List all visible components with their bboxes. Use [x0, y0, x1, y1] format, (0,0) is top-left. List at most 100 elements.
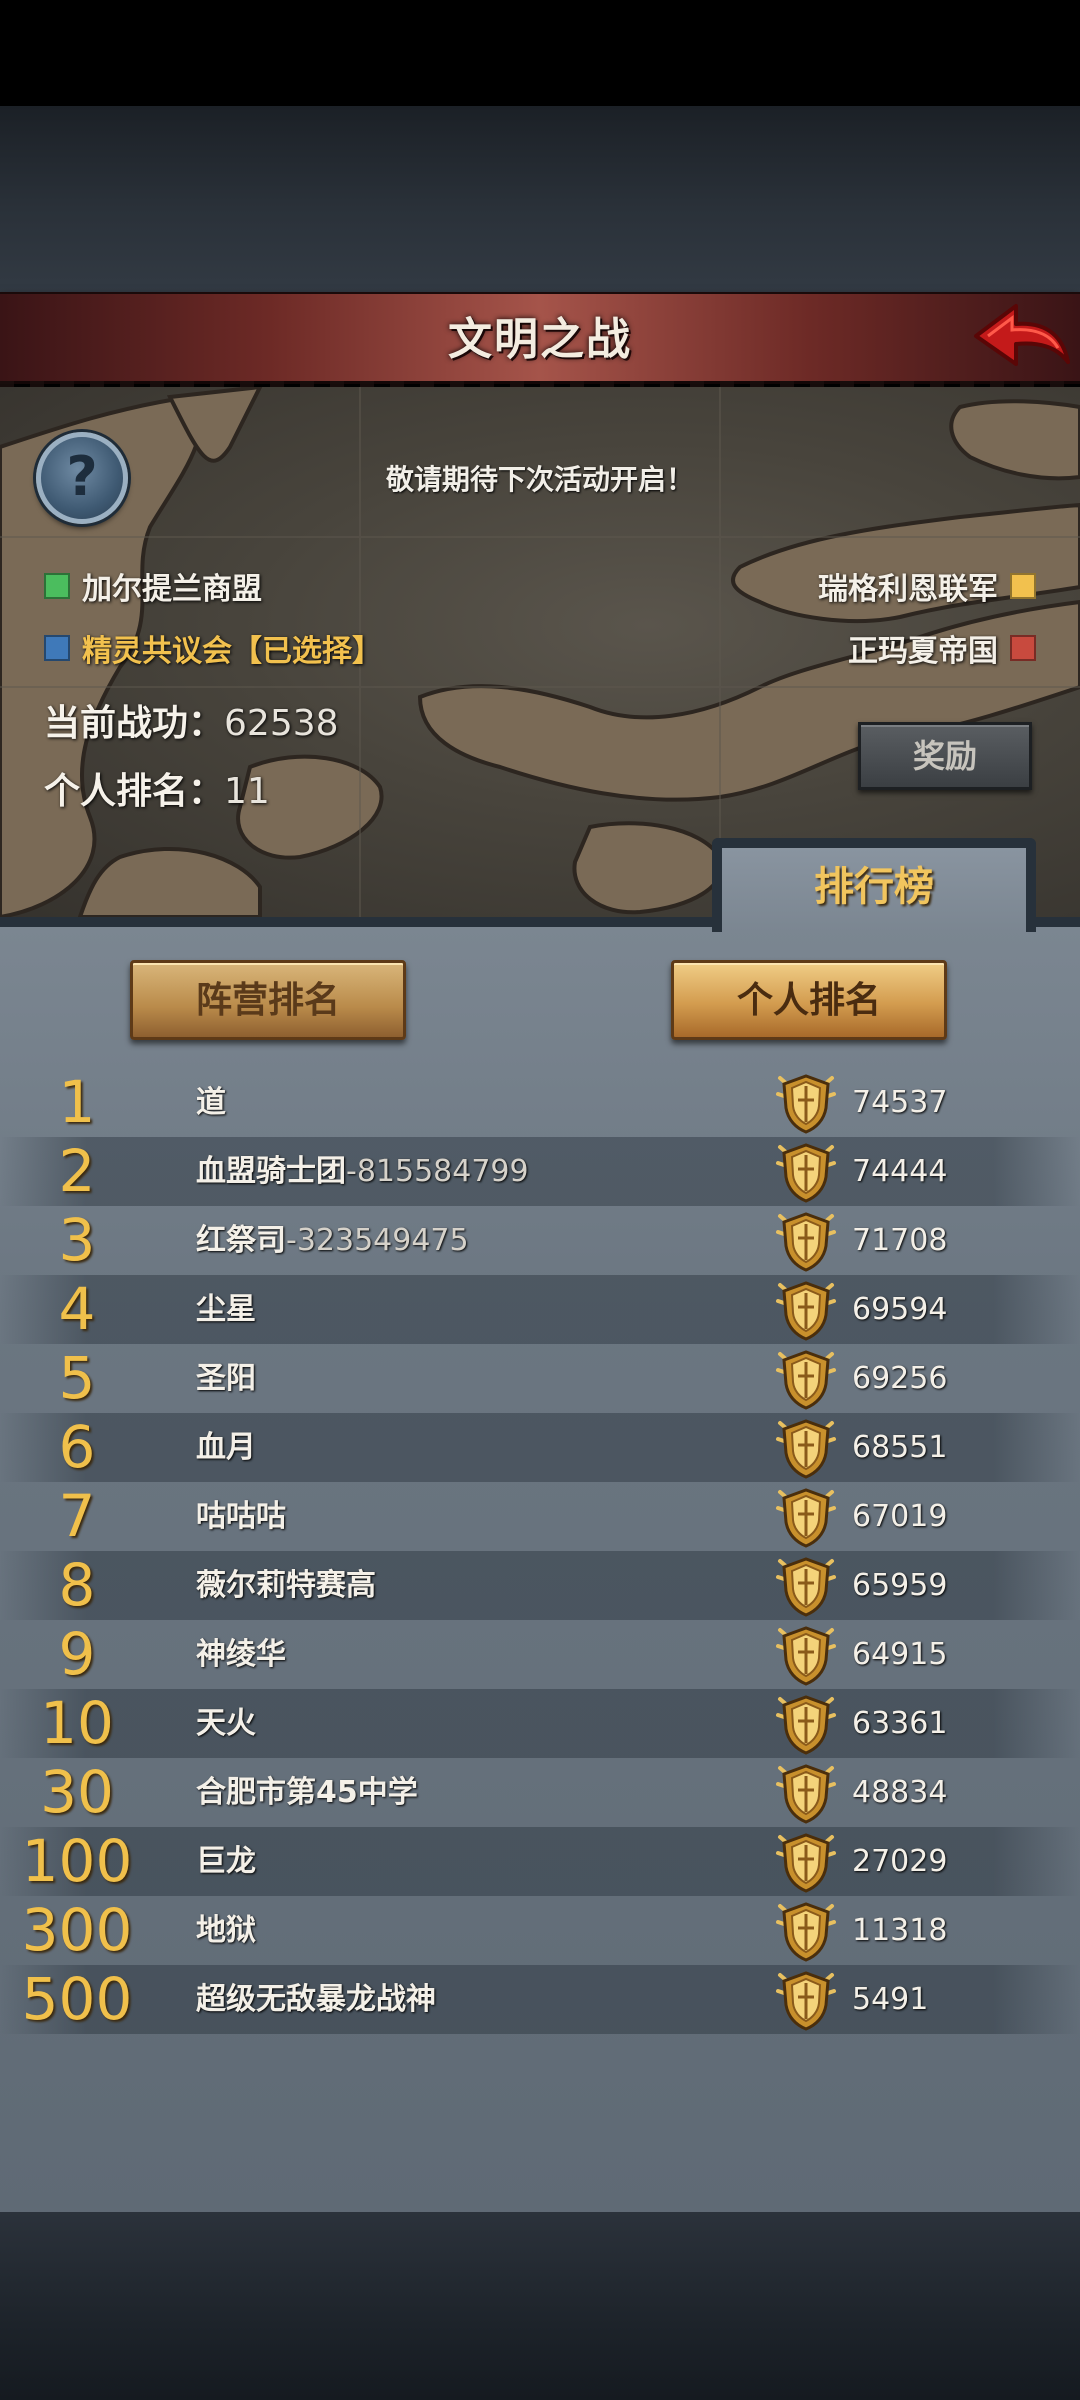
leaderboard-row[interactable]: 4 尘星 69594	[0, 1275, 1080, 1344]
tab-leaderboard[interactable]: 排行榜	[712, 838, 1036, 932]
top-background	[0, 106, 1080, 292]
merit-score: 67019	[852, 1499, 948, 1534]
leaderboard-row[interactable]: 10 天火 63361	[0, 1689, 1080, 1758]
player-name-text: 天火	[196, 1706, 256, 1741]
shield-medal-icon	[774, 1969, 838, 2031]
title-bar: 文明之战	[0, 292, 1080, 391]
rank-number: 4	[58, 1275, 96, 1343]
player-name: 血月	[196, 1413, 256, 1482]
leaderboard-row[interactable]: 500 超级无敌暴龙战神 5491	[0, 1965, 1080, 2034]
shield-medal-icon	[774, 1072, 838, 1134]
shield-medal-icon	[774, 1210, 838, 1272]
page-title: 文明之战	[448, 314, 632, 365]
player-name: 圣阳	[196, 1344, 256, 1413]
player-name: 超级无敌暴龙战神	[196, 1965, 436, 2034]
player-name-text: 神绫华	[196, 1637, 286, 1672]
rank-number: 1	[58, 1068, 96, 1136]
shield-medal-icon	[774, 1486, 838, 1548]
faction-label: 加尔提兰商盟	[82, 572, 262, 607]
leaderboard-row[interactable]: 300 地狱 11318	[0, 1896, 1080, 1965]
back-button[interactable]	[964, 292, 1074, 384]
player-name-text: 巨龙	[196, 1844, 256, 1879]
player-name-text: 地狱	[196, 1913, 256, 1948]
player-name-text: 合肥市第45中学	[196, 1775, 418, 1810]
leaderboard-row[interactable]: 6 血月 68551	[0, 1413, 1080, 1482]
player-name: 道	[196, 1068, 226, 1137]
rank-number: 7	[58, 1482, 96, 1550]
player-id-suffix: -815584799	[346, 1154, 529, 1189]
reward-button[interactable]: 奖励	[858, 722, 1032, 790]
current-merit: 当前战功：62538	[44, 694, 339, 746]
personal-ranking-button[interactable]: 个人排名	[671, 960, 947, 1040]
shield-medal-icon	[774, 1417, 838, 1479]
merit-score: 68551	[852, 1430, 948, 1465]
faction-color-swatch	[1010, 635, 1036, 661]
rank-label: 个人排名：	[44, 771, 225, 812]
bottom-background	[0, 2212, 1080, 2400]
merit-score: 63361	[852, 1706, 948, 1741]
player-name-text: 咕咕咕	[196, 1499, 286, 1534]
rank-value: 11	[224, 771, 270, 812]
faction-galtiran: 加尔提兰商盟	[44, 566, 262, 607]
player-name-text: 红祭司	[196, 1223, 286, 1258]
player-name: 地狱	[196, 1896, 256, 1965]
merit-score: 5491	[852, 1982, 929, 2017]
player-name: 红祭司-323549475	[196, 1206, 469, 1275]
merit-value: 62538	[224, 703, 339, 744]
shield-medal-icon	[774, 1555, 838, 1617]
player-name-text: 血月	[196, 1430, 256, 1465]
faction-elf-council: 精灵共议会【已选择】	[44, 628, 382, 669]
rank-number: 3	[58, 1206, 96, 1274]
leaderboard-row[interactable]: 9 神绫华 64915	[0, 1620, 1080, 1689]
faction-color-swatch	[1010, 573, 1036, 599]
leaderboard-row[interactable]: 3 红祭司-323549475 71708	[0, 1206, 1080, 1275]
leaderboard-row[interactable]: 100 巨龙 27029	[0, 1827, 1080, 1896]
shield-medal-icon	[774, 1624, 838, 1686]
faction-regelion: 瑞格利恩联军	[818, 566, 1036, 607]
player-name: 合肥市第45中学	[196, 1758, 418, 1827]
leaderboard-row[interactable]: 5 圣阳 69256	[0, 1344, 1080, 1413]
leaderboard-row[interactable]: 30 合肥市第45中学 48834	[0, 1758, 1080, 1827]
faction-label: 精灵共议会【已选择】	[82, 634, 382, 669]
back-arrow-icon	[974, 304, 1070, 366]
leaderboard-row[interactable]: 1 道 74537	[0, 1068, 1080, 1137]
rank-number: 5	[58, 1344, 96, 1412]
shield-medal-icon	[774, 1348, 838, 1410]
faction-zhengmaxia: 正玛夏帝国	[848, 628, 1036, 669]
faction-ranking-button[interactable]: 阵营排名	[130, 960, 406, 1040]
faction-label: 瑞格利恩联军	[818, 572, 998, 607]
faction-label: 正玛夏帝国	[848, 634, 998, 669]
shield-medal-icon	[774, 1831, 838, 1893]
player-name-text: 圣阳	[196, 1361, 256, 1396]
merit-label: 当前战功：	[44, 703, 225, 744]
shield-medal-icon	[774, 1900, 838, 1962]
shield-medal-icon	[774, 1141, 838, 1203]
tab-label: 排行榜	[814, 864, 934, 910]
shield-medal-icon	[774, 1762, 838, 1824]
player-name-text: 道	[196, 1085, 226, 1120]
rank-number: 100	[21, 1827, 133, 1895]
rank-number: 6	[58, 1413, 96, 1481]
leaderboard-row[interactable]: 7 咕咕咕 67019	[0, 1482, 1080, 1551]
leaderboard-row[interactable]: 8 薇尔莉特赛高 65959	[0, 1551, 1080, 1620]
player-name-text: 薇尔莉特赛高	[196, 1568, 376, 1603]
player-name: 尘星	[196, 1275, 256, 1344]
player-name: 神绫华	[196, 1620, 286, 1689]
status-bar	[0, 0, 1080, 106]
leaderboard-row[interactable]: 2 血盟骑士团-815584799 74444	[0, 1137, 1080, 1206]
merit-score: 69256	[852, 1361, 948, 1396]
leaderboard-list: 1 道 74537 2 血盟骑士团-815584799 74444 3 红祭司-3235494…	[0, 1068, 1080, 2034]
rank-number: 8	[58, 1551, 96, 1619]
rank-number: 500	[21, 1965, 133, 2033]
rank-number: 2	[58, 1137, 96, 1205]
merit-score: 64915	[852, 1637, 948, 1672]
player-name: 血盟骑士团-815584799	[196, 1137, 529, 1206]
player-name: 薇尔莉特赛高	[196, 1551, 376, 1620]
merit-score: 48834	[852, 1775, 948, 1810]
merit-score: 65959	[852, 1568, 948, 1603]
shield-medal-icon	[774, 1279, 838, 1341]
rank-number: 9	[58, 1620, 96, 1688]
merit-score: 74537	[852, 1085, 948, 1120]
event-notice: 敬请期待下次活动开启！	[385, 463, 694, 496]
merit-score: 11318	[852, 1913, 948, 1948]
